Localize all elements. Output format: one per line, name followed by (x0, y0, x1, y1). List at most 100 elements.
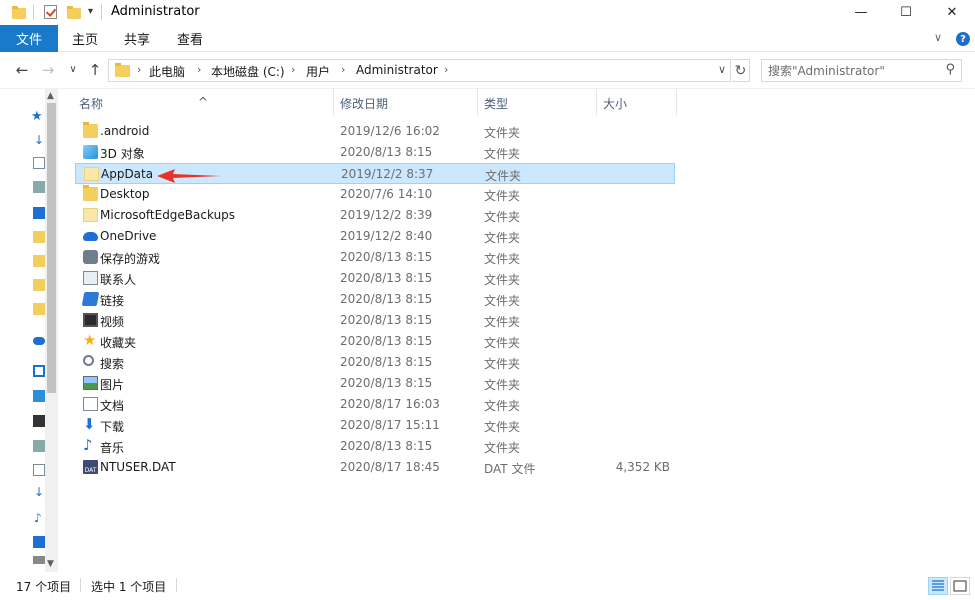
file-name: 搜索 (100, 357, 125, 371)
navigation-pane-scrollbar[interactable]: ▲ ▼ (45, 89, 58, 572)
scrollbar-thumb[interactable] (47, 103, 56, 393)
desktop-icon[interactable] (33, 207, 45, 219)
recent-locations-icon[interactable]: ∨ (63, 64, 83, 75)
drive-icon[interactable] (33, 556, 45, 564)
search-input[interactable] (768, 62, 933, 79)
file-type: DAT 文件 (484, 462, 536, 476)
chevron-right-icon[interactable]: › (137, 63, 141, 76)
customize-quick-access-icon[interactable]: ▾ (88, 6, 93, 17)
file-row[interactable]: .android 2019/12/6 16:02 文件夹 (75, 121, 675, 142)
file-name: Desktop (100, 187, 150, 201)
file-name: OneDrive (100, 229, 157, 243)
file-row[interactable]: 文档 2020/8/17 16:03 文件夹 (75, 394, 675, 415)
folder-icon[interactable] (33, 255, 45, 267)
close-button[interactable]: ✕ (929, 0, 975, 25)
help-icon[interactable]: ? (956, 32, 970, 46)
column-divider[interactable] (477, 89, 478, 115)
column-header-date[interactable]: 修改日期 (340, 95, 388, 112)
details-view-icon[interactable] (928, 577, 948, 595)
file-type: 文件夹 (484, 189, 521, 203)
file-type: 文件夹 (484, 357, 521, 371)
documents-icon[interactable] (33, 464, 45, 476)
file-row[interactable]: ★ 收藏夹 2020/8/13 8:15 文件夹 (75, 331, 675, 352)
column-header-name[interactable]: 名称 (79, 95, 103, 112)
quick-access-star-icon[interactable]: ★ (31, 109, 43, 124)
file-type: 文件夹 (484, 378, 521, 392)
search-icon[interactable]: ⚲ (945, 62, 955, 77)
folder-icon[interactable] (33, 303, 45, 315)
file-row[interactable]: 搜索 2020/8/13 8:15 文件夹 (75, 352, 675, 373)
scroll-up-icon[interactable]: ▲ (47, 91, 54, 101)
pictures-icon[interactable] (33, 440, 45, 452)
address-history-dropdown-icon[interactable]: ∨ (718, 63, 726, 76)
properties-icon[interactable] (44, 5, 57, 19)
file-row[interactable]: 联系人 2020/8/13 8:15 文件夹 (75, 268, 675, 289)
status-bar: 17 个项目 选中 1 个项目 (0, 572, 975, 600)
file-modified-date: 2020/8/13 8:15 (340, 439, 433, 453)
file-type: 文件夹 (484, 210, 521, 224)
tab-view[interactable]: 查看 (169, 25, 211, 52)
column-header-type[interactable]: 类型 (484, 95, 508, 112)
folder-icon (83, 185, 98, 201)
desktop-icon[interactable] (33, 536, 45, 548)
file-row[interactable]: MicrosoftEdgeBackups 2019/12/2 8:39 文件夹 (75, 205, 675, 226)
music-icon: ♪ (83, 436, 93, 454)
file-row[interactable]: 保存的游戏 2020/8/13 8:15 文件夹 (75, 247, 675, 268)
chevron-right-icon[interactable]: › (197, 63, 201, 76)
pictures-icon[interactable] (33, 181, 45, 193)
videos-icon (83, 313, 98, 327)
downloads-icon[interactable]: ↓ (34, 485, 44, 499)
column-divider[interactable] (596, 89, 597, 115)
music-icon[interactable]: ♪ (34, 511, 42, 525)
file-name: 图片 (100, 378, 125, 392)
documents-icon[interactable] (33, 157, 45, 169)
breadcrumb-local-disk[interactable]: 本地磁盘 (C:) (211, 63, 285, 80)
pin-icon[interactable]: ↓ (34, 133, 44, 147)
chevron-right-icon[interactable]: › (341, 63, 345, 76)
chevron-right-icon[interactable]: › (291, 63, 295, 76)
tab-file[interactable]: 文件 (0, 25, 58, 52)
file-row[interactable]: ♪ 音乐 2020/8/13 8:15 文件夹 (75, 436, 675, 457)
search-box[interactable]: ⚲ (761, 59, 962, 82)
scroll-down-icon[interactable]: ▼ (47, 559, 54, 569)
tab-home[interactable]: 主页 (64, 25, 106, 52)
this-pc-icon[interactable] (33, 365, 45, 377)
breadcrumb-this-pc[interactable]: 此电脑 (149, 63, 185, 80)
breadcrumb-users[interactable]: 用户 (306, 63, 330, 80)
column-divider[interactable] (676, 89, 677, 115)
refresh-icon[interactable]: ↻ (732, 59, 750, 82)
onedrive-icon[interactable] (33, 337, 45, 345)
forward-arrow-icon[interactable]: → (38, 61, 58, 79)
address-bar[interactable]: › 此电脑 › 本地磁盘 (C:) › 用户 › Administrator ›… (108, 59, 731, 82)
file-row[interactable]: 图片 2020/8/13 8:15 文件夹 (75, 373, 675, 394)
column-header-size[interactable]: 大小 (603, 95, 627, 112)
file-row[interactable]: 视频 2020/8/13 8:15 文件夹 (75, 310, 675, 331)
file-name: 联系人 (100, 273, 137, 287)
file-modified-date: 2020/8/13 8:15 (340, 376, 433, 390)
maximize-button[interactable]: ☐ (883, 0, 929, 25)
file-row[interactable]: DAT NTUSER.DAT 2020/8/17 18:45 DAT 文件 4,352 … (75, 457, 675, 478)
file-name: 3D 对象 (100, 147, 145, 161)
file-row[interactable]: 3D 对象 2020/8/13 8:15 文件夹 (75, 142, 675, 163)
new-folder-icon[interactable] (67, 6, 81, 19)
folder-icon[interactable] (33, 279, 45, 291)
back-arrow-icon[interactable]: ← (12, 61, 32, 79)
tab-share[interactable]: 共享 (116, 25, 158, 52)
file-row[interactable]: OneDrive 2019/12/2 8:40 文件夹 (75, 226, 675, 247)
folder-icon[interactable] (33, 231, 45, 243)
videos-icon[interactable] (33, 415, 45, 427)
chevron-right-icon[interactable]: › (444, 63, 448, 76)
breadcrumb-administrator[interactable]: Administrator (356, 63, 438, 77)
large-icons-view-icon[interactable] (950, 577, 970, 595)
column-divider[interactable] (333, 89, 334, 115)
3d-objects-icon[interactable] (33, 390, 45, 402)
file-name: 下载 (100, 420, 125, 434)
up-arrow-icon[interactable]: ↑ (85, 61, 105, 79)
file-row[interactable]: 链接 2020/8/13 8:15 文件夹 (75, 289, 675, 310)
minimize-button[interactable]: — (838, 0, 884, 25)
navigation-pane[interactable]: ★ ↓ ↓ ♪ (0, 89, 45, 572)
file-row[interactable]: ⬇ 下载 2020/8/17 15:11 文件夹 (75, 415, 675, 436)
ribbon-tabs: 文件 主页 共享 查看 ∨ ? (0, 25, 975, 52)
file-row[interactable]: Desktop 2020/7/6 14:10 文件夹 (75, 184, 675, 205)
expand-ribbon-icon[interactable]: ∨ (934, 31, 942, 44)
